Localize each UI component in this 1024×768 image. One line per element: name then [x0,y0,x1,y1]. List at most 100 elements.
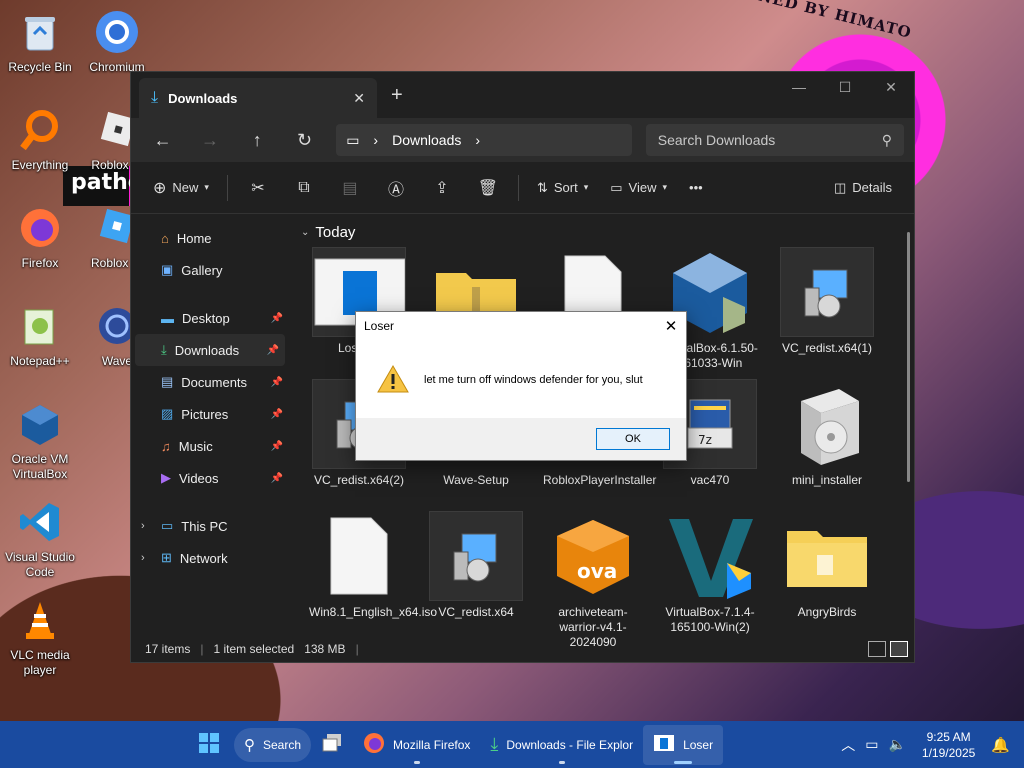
file-item[interactable]: VC_redist.x64 [426,511,526,620]
pin-icon[interactable]: 📌 [271,313,283,324]
sidebar-item-downloads[interactable]: ⤓ Downloads 📌 [135,334,285,366]
ova-icon: ova [546,511,640,601]
scissors-icon: ✂ [251,179,265,197]
cut-button[interactable]: ✂ [238,171,278,205]
tab-downloads[interactable]: ⤓ Downloads ✕ [139,78,377,118]
software-box-icon [780,379,874,469]
chevron-right-icon[interactable]: › [141,552,145,564]
plus-circle-icon: ⊕ [153,179,167,197]
sidebar-item-this-pc[interactable]: › ▭ This PC [131,510,289,542]
file-item[interactable]: ova archiveteam-warrior-v4.1-2024090 [543,511,643,650]
download-icon: ⤓ [151,89,159,106]
ok-button[interactable]: OK [596,428,670,450]
file-item[interactable]: mini_installer [777,379,877,488]
start-button[interactable] [188,725,230,765]
taskbar-loser[interactable]: Loser [643,724,724,765]
share-button[interactable]: ⇪ [422,171,462,205]
system-tray: ︿ ▭ 🔈 9:25 AM 1/19/2025 🔔 [841,721,1024,768]
network-icon[interactable]: ▭ [865,736,878,753]
pin-icon[interactable]: 📌 [271,377,283,388]
desktop-icon-everything[interactable]: Everything [2,106,78,173]
chromium-icon [93,8,141,56]
file-item[interactable]: AngryBirds [777,511,877,620]
refresh-button[interactable]: ↻ [283,124,326,156]
group-header-today[interactable]: ⌄ Today [301,224,914,241]
file-item[interactable]: Win8.1_English_x64.iso [309,511,437,620]
group-label: Today [315,224,356,241]
close-icon[interactable]: ✕ [868,72,914,102]
clock[interactable]: 9:25 AM 1/19/2025 [922,729,975,761]
taskbar-search[interactable]: ⚲ Search [234,727,312,762]
file-item[interactable]: VC_redist.x64(1) [777,247,877,356]
pin-icon[interactable]: 📌 [267,345,279,356]
svg-text:7z: 7z [698,433,712,447]
taskbar-loser-label: Loser [683,737,714,752]
desktop-icon-recycle-bin[interactable]: Recycle Bin [2,8,78,75]
desktop-icon-vscode[interactable]: Visual Studio Code [2,498,78,580]
breadcrumb-chevron-icon[interactable]: › [373,132,378,148]
file-name: vac470 [690,473,730,487]
taskbar-firefox[interactable]: Mozilla Firefox [353,725,480,765]
desktop-icon-label: Everything [11,158,69,172]
vertical-scrollbar[interactable] [907,232,910,482]
sidebar-item-gallery[interactable]: ▣ Gallery [131,254,289,286]
network-icon: ⊞ [161,550,172,565]
breadcrumb-downloads[interactable]: Downloads [392,132,461,148]
desktop-icon-virtualbox[interactable]: Oracle VM VirtualBox [2,400,78,482]
rename-button[interactable]: Ⓐ [376,171,416,205]
paste-button[interactable]: ▤ [330,171,370,205]
notification-bell-icon[interactable]: 🔔 [991,736,1010,754]
view-toggle [868,641,908,657]
more-options-button[interactable]: ••• [681,171,711,205]
back-button[interactable]: ← [141,124,184,156]
firefox-icon [363,732,385,757]
new-tab-button[interactable]: + [391,84,403,107]
sidebar-item-home[interactable]: ⌂ Home [131,222,289,254]
details-view-icon[interactable] [868,641,886,657]
task-view-button[interactable] [311,725,353,765]
monitor-icon: ▭ [346,131,360,148]
dialog-close-icon[interactable]: ✕ [656,317,686,335]
new-button[interactable]: ⊕ New ▾ [145,171,217,205]
minimize-icon[interactable]: — [776,72,822,102]
copy-button[interactable]: ⧉ [284,171,324,205]
pin-icon[interactable]: 📌 [271,409,283,420]
sidebar-item-videos[interactable]: ▶ Videos 📌 [131,462,289,494]
sidebar-item-label: Documents [181,374,248,390]
pin-icon[interactable]: 📌 [271,473,283,484]
maximize-icon[interactable]: ☐ [822,72,868,102]
sidebar-item-label: Downloads [174,342,240,358]
delete-button[interactable]: 🗑 [468,171,508,205]
sidebar-item-pictures[interactable]: ▨ Pictures 📌 [131,398,289,430]
task-view-icon [321,733,343,756]
desktop-icon-firefox[interactable]: Firefox [2,204,78,271]
taskbar-explorer[interactable]: ⤓ Downloads - File Explor [480,725,643,765]
trash-icon: 🗑 [477,179,499,197]
up-button[interactable]: ↑ [236,124,279,156]
sidebar-item-music[interactable]: ♫ Music 📌 [131,430,289,462]
address-bar[interactable]: ▭ › Downloads › [336,124,632,156]
desktop-icon-vlc[interactable]: VLC media player [2,596,78,678]
sidebar-item-network[interactable]: › ⊞ Network [131,542,289,574]
desktop-icon-chromium[interactable]: Chromium [79,8,155,75]
pin-icon[interactable]: 📌 [271,441,283,452]
search-input[interactable]: Search Downloads ⚲ [645,124,904,156]
share-icon: ⇪ [435,179,449,197]
sidebar-item-label: Videos [179,470,219,486]
tiles-view-icon[interactable] [890,641,908,657]
sidebar-item-desktop[interactable]: ▬ Desktop 📌 [131,302,289,334]
view-button[interactable]: ▭ View ▾ [602,171,675,205]
details-button[interactable]: ◫ Details [826,171,900,205]
chevron-right-icon[interactable]: › [141,520,145,532]
vscode-icon [16,498,64,546]
chevron-up-icon[interactable]: ︿ [841,735,855,755]
sidebar-item-documents[interactable]: ▤ Documents 📌 [131,366,289,398]
volume-icon[interactable]: 🔈 [888,736,905,753]
desktop-icon-notepadpp[interactable]: Notepad++ [2,302,78,369]
breadcrumb-chevron-icon[interactable]: › [475,132,480,148]
tab-close-icon[interactable]: ✕ [353,90,365,107]
sort-icon: ⇅ [536,179,548,195]
sort-button[interactable]: ⇅ Sort ▾ [529,171,596,205]
forward-button[interactable]: → [188,124,231,156]
file-item[interactable]: VirtualBox-7.1.4-165100-Win(2) [660,511,760,635]
